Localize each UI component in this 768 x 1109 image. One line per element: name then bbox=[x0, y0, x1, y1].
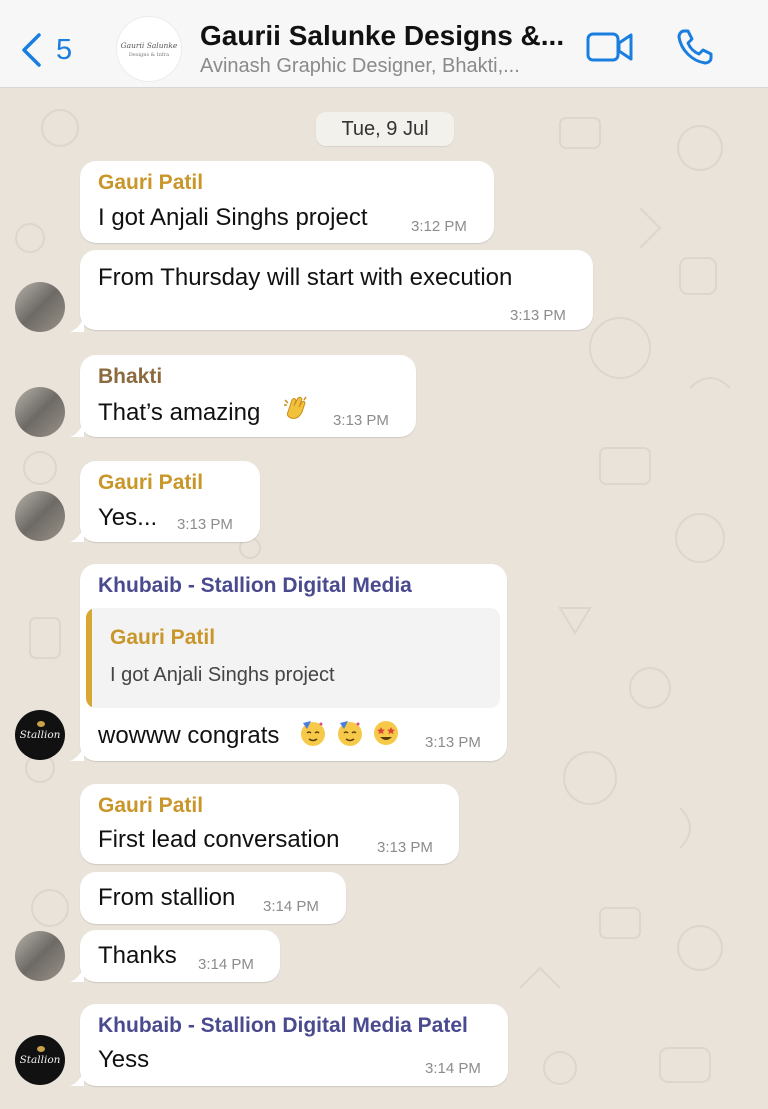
message-time: 3:13 PM bbox=[425, 734, 481, 751]
message-time: 3:13 PM bbox=[177, 516, 233, 533]
message-time: 3:12 PM bbox=[411, 218, 467, 235]
bubble-tail bbox=[70, 526, 84, 542]
message-sender[interactable]: Gauri Patil bbox=[98, 171, 203, 195]
partying-face-icon bbox=[338, 721, 362, 746]
unread-count: 5 bbox=[56, 33, 73, 66]
stallion-logo-text: Stallion bbox=[19, 1054, 61, 1066]
message-bubble[interactable]: Gauri Patil First lead conversation 3:13… bbox=[80, 784, 459, 864]
message-text: From Thursday will start with execution bbox=[98, 264, 513, 291]
message-time: 3:14 PM bbox=[198, 956, 254, 973]
message-bubble[interactable]: Gauri Patil I got Anjali Singhs project … bbox=[80, 161, 494, 243]
video-camera-icon bbox=[586, 32, 633, 62]
partying-face-icon bbox=[301, 721, 325, 746]
message-bubble[interactable]: Gauri Patil Yes... 3:13 PM bbox=[80, 461, 260, 542]
stallion-logo-mark bbox=[37, 1046, 45, 1052]
chat-title[interactable]: Gaurii Salunke Designs &... bbox=[200, 20, 575, 52]
message-time: 3:14 PM bbox=[263, 898, 319, 915]
message-time: 3:13 PM bbox=[377, 839, 433, 856]
message-sender[interactable]: Gauri Patil bbox=[98, 471, 203, 495]
message-bubble[interactable]: Khubaib - Stallion Digital Media Patel Y… bbox=[80, 1004, 508, 1086]
avatar[interactable] bbox=[15, 282, 65, 332]
message-time: 3:13 PM bbox=[510, 307, 566, 324]
message-time: 3:13 PM bbox=[333, 412, 389, 429]
quoted-message[interactable]: Gauri Patil I got Anjali Singhs project bbox=[86, 608, 500, 708]
group-avatar-logo-line2: Designs & Infra bbox=[128, 51, 170, 58]
bubble-tail bbox=[70, 421, 84, 437]
back-button[interactable]: 5 bbox=[20, 30, 72, 70]
message-text: First lead conversation bbox=[98, 826, 340, 853]
clapping-hands-icon bbox=[284, 396, 307, 419]
message-sender[interactable]: Gauri Patil bbox=[98, 794, 203, 818]
avatar[interactable] bbox=[15, 491, 65, 541]
message-sender[interactable]: Bhakti bbox=[98, 365, 162, 389]
quoted-sender: Gauri Patil bbox=[110, 626, 216, 649]
message-text: I got Anjali Singhs project bbox=[98, 204, 368, 231]
avatar[interactable]: Stallion bbox=[15, 1035, 65, 1085]
message-text: Yes... bbox=[98, 504, 158, 531]
video-call-button[interactable] bbox=[586, 30, 634, 69]
message-bubble[interactable]: Bhakti That’s amazing 3:13 PM bbox=[80, 355, 416, 437]
chat-subtitle[interactable]: Avinash Graphic Designer, Bhakti,... bbox=[200, 55, 575, 78]
group-avatar-logo-line1: Gaurii Salunke bbox=[120, 40, 178, 50]
bubble-tail bbox=[70, 745, 84, 761]
message-text: wowww congrats bbox=[98, 722, 280, 749]
chevron-left-icon bbox=[22, 33, 41, 67]
voice-call-button[interactable] bbox=[676, 28, 714, 71]
message-sender[interactable]: Khubaib - Stallion Digital Media bbox=[98, 574, 412, 598]
group-avatar[interactable]: Gaurii Salunke Designs & Infra bbox=[116, 16, 182, 82]
message-bubble[interactable]: Khubaib - Stallion Digital Media Gauri P… bbox=[80, 564, 507, 761]
stallion-logo-mark bbox=[37, 721, 45, 727]
bubble-tail bbox=[70, 316, 84, 332]
phone-icon bbox=[677, 29, 713, 65]
message-text: That’s amazing bbox=[98, 399, 261, 426]
message-bubble[interactable]: From stallion 3:14 PM bbox=[80, 872, 346, 924]
message-time: 3:14 PM bbox=[425, 1060, 481, 1077]
avatar[interactable] bbox=[15, 387, 65, 437]
stallion-logo-text: Stallion bbox=[19, 729, 61, 741]
message-text: Thanks bbox=[98, 942, 177, 969]
bubble-tail bbox=[70, 1070, 84, 1086]
chat-header: 5 Gaurii Salunke Designs & Infra Gaurii … bbox=[0, 0, 768, 88]
quoted-text: I got Anjali Singhs project bbox=[110, 664, 335, 686]
message-sender[interactable]: Khubaib - Stallion Digital Media Patel bbox=[98, 1014, 468, 1038]
message-text: From stallion bbox=[98, 884, 236, 911]
avatar[interactable]: Stallion bbox=[15, 710, 65, 760]
bubble-tail bbox=[70, 966, 84, 982]
message-bubble[interactable]: Thanks 3:14 PM bbox=[80, 930, 280, 982]
avatar[interactable] bbox=[15, 931, 65, 981]
message-text: Yess bbox=[98, 1046, 150, 1073]
message-bubble[interactable]: From Thursday will start with execution … bbox=[80, 250, 593, 330]
quote-accent-bar bbox=[86, 608, 92, 708]
star-struck-icon bbox=[374, 721, 398, 745]
date-separator: Tue, 9 Jul bbox=[316, 112, 454, 146]
